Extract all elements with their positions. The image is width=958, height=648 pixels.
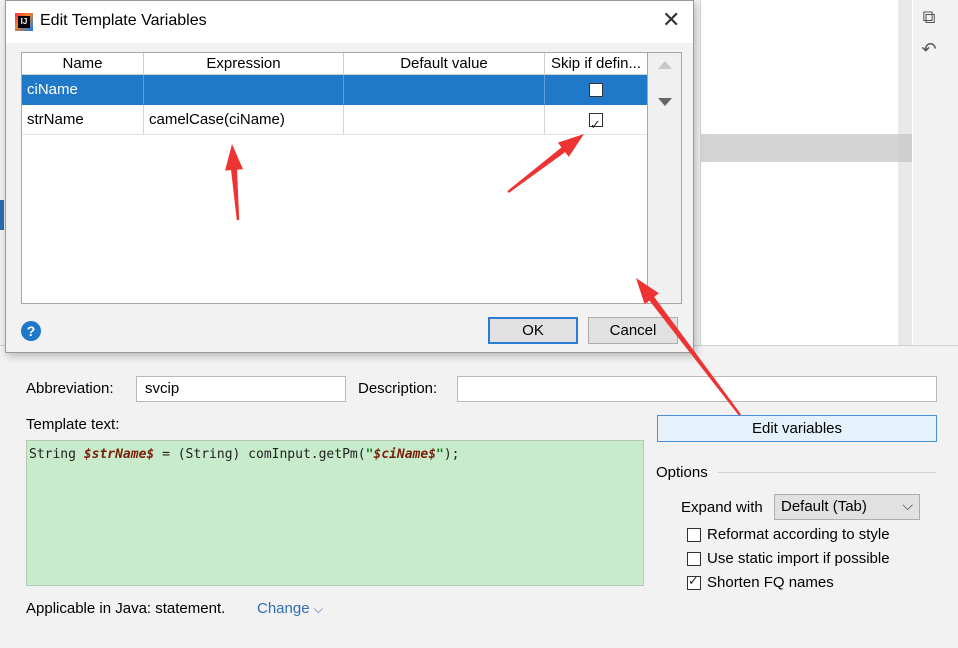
annotation-arrow — [636, 278, 741, 416]
annotation-overlay — [225, 134, 741, 416]
annotation-arrow — [507, 134, 584, 193]
annotation-arrows — [225, 134, 741, 416]
annotation-arrow — [225, 144, 244, 221]
